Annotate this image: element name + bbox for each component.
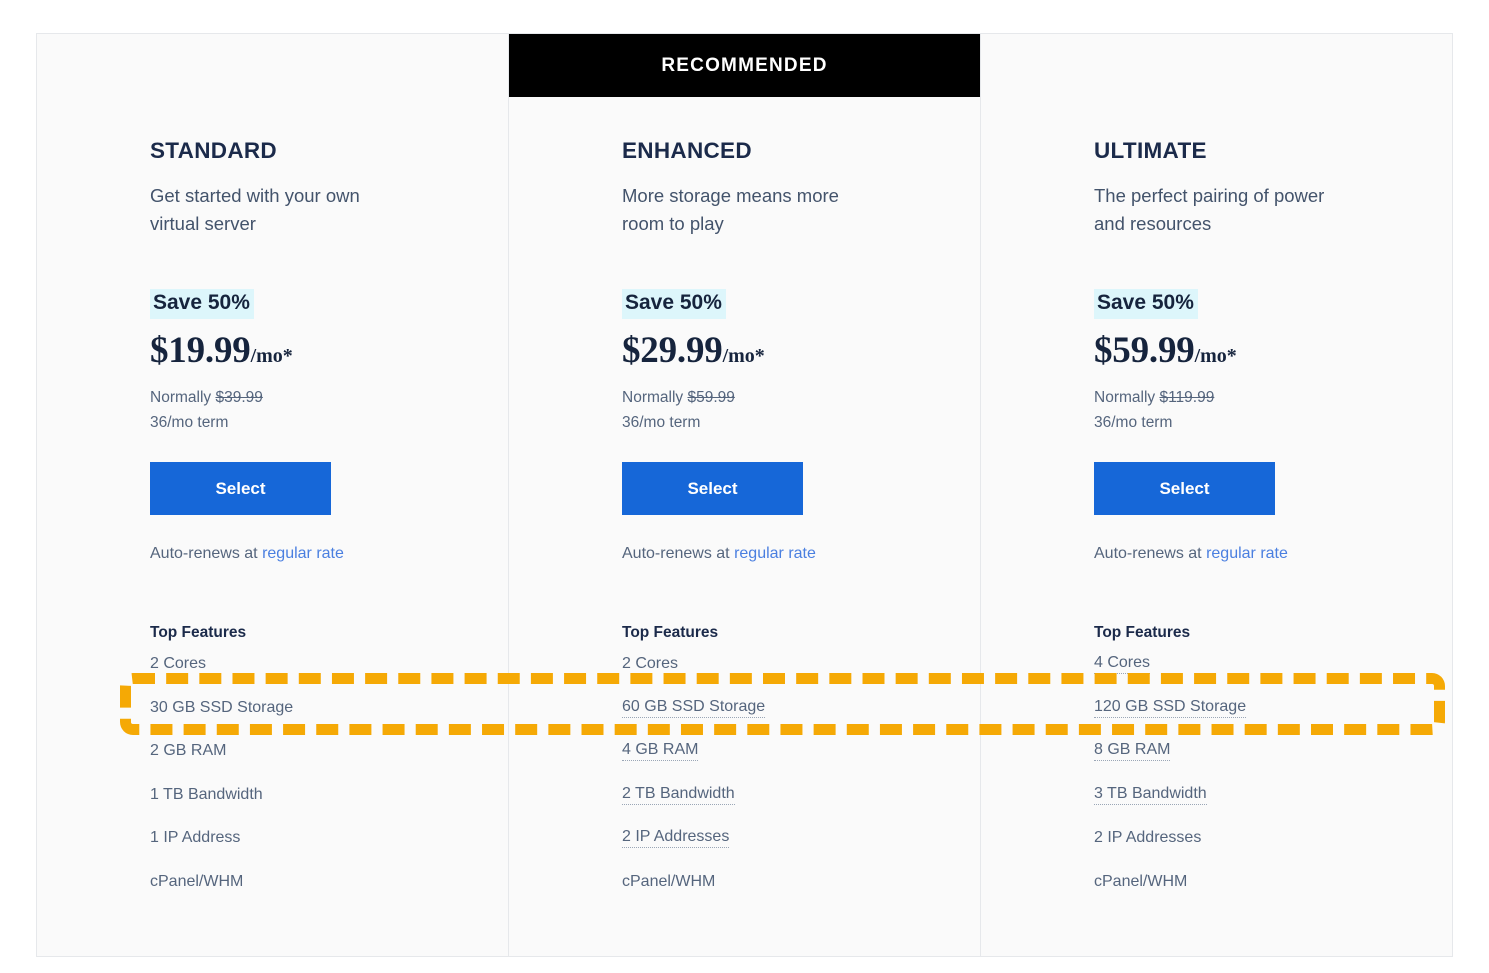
recommended-banner: RECOMMENDED: [509, 34, 980, 97]
list-item: 1 IP Address: [150, 816, 508, 860]
select-button[interactable]: Select: [150, 462, 331, 516]
list-item: 2 Cores: [150, 642, 508, 686]
banner-slot-standard: [37, 34, 508, 97]
banner-slot-ultimate: [981, 34, 1452, 97]
save-badge: Save 50%: [150, 289, 254, 320]
plan-columns: STANDARD Get started with your own virtu…: [37, 34, 1452, 956]
plan-description: More storage means more room to play: [622, 184, 839, 235]
list-item[interactable]: 4 Cores: [1094, 642, 1452, 686]
list-item: 2 Cores: [622, 642, 980, 686]
plan-name: STANDARD: [150, 138, 277, 163]
save-badge: Save 50%: [1094, 289, 1198, 320]
price-amount: $59.99: [1094, 330, 1195, 372]
term-label: 36/mo term: [622, 414, 701, 432]
normally-price-line: Normally $59.99: [622, 385, 980, 410]
feature-label: cPanel/WHM: [1094, 872, 1188, 890]
plan-column-enhanced: RECOMMENDED ENHANCED More storage means …: [508, 34, 980, 956]
price-row: $29.99/mo*: [622, 332, 980, 369]
save-badge: Save 50%: [622, 289, 726, 320]
features-list-ultimate: 4 Cores 120 GB SSD Storage 8 GB RAM 3 TB…: [1094, 642, 1452, 903]
plan-description: Get started with your own virtual server: [150, 184, 360, 235]
features-heading: Top Features: [1094, 624, 1191, 642]
regular-rate-link[interactable]: regular rate: [734, 545, 816, 562]
autorenew-note: Auto-renews at regular rate: [1094, 545, 1452, 563]
plan-column-ultimate: ULTIMATE The perfect pairing of power an…: [980, 34, 1452, 956]
autorenew-note: Auto-renews at regular rate: [150, 545, 508, 563]
feature-label[interactable]: 4 Cores: [1094, 654, 1151, 675]
feature-label[interactable]: 3 TB Bandwidth: [1094, 785, 1207, 805]
normally-price: $59.99: [687, 389, 735, 407]
feature-label: 2 Cores: [150, 655, 207, 673]
regular-rate-link[interactable]: regular rate: [1206, 545, 1288, 562]
feature-label[interactable]: 4 GB RAM: [622, 741, 699, 762]
plan-name: ENHANCED: [622, 138, 752, 163]
list-item: 2 IP Addresses: [1094, 816, 1452, 860]
normally-price: $119.99: [1159, 389, 1215, 407]
features-heading: Top Features: [150, 624, 247, 642]
normally-label: Normally: [1094, 389, 1160, 407]
feature-label: 30 GB SSD Storage: [150, 698, 294, 716]
normally-label: Normally: [622, 389, 688, 407]
list-item[interactable]: 120 GB SSD Storage: [1094, 686, 1452, 730]
price-row: $59.99/mo*: [1094, 332, 1452, 369]
feature-label: 2 GB RAM: [150, 742, 227, 760]
autorenew-text: Auto-renews at: [622, 545, 735, 563]
feature-label: 2 Cores: [622, 655, 679, 673]
list-item[interactable]: 8 GB RAM: [1094, 729, 1452, 773]
features-list-enhanced: 2 Cores 60 GB SSD Storage 4 GB RAM 2 TB …: [622, 642, 980, 903]
list-item[interactable]: 2 IP Addresses: [622, 816, 980, 860]
autorenew-text: Auto-renews at: [150, 545, 263, 563]
normally-price: $39.99: [215, 389, 263, 407]
price-period: /mo*: [250, 345, 293, 368]
price-amount: $29.99: [622, 330, 723, 372]
price-period: /mo*: [1194, 345, 1237, 368]
normally-price-line: Normally $119.99: [1094, 385, 1452, 410]
list-item: cPanel/WHM: [150, 860, 508, 904]
term-label: 36/mo term: [150, 414, 229, 432]
features-list-standard: 2 Cores 30 GB SSD Storage 2 GB RAM 1 TB …: [150, 642, 508, 903]
select-button[interactable]: Select: [622, 462, 803, 516]
price-row: $19.99/mo*: [150, 332, 508, 369]
select-button[interactable]: Select: [1094, 462, 1275, 516]
list-item[interactable]: 3 TB Bandwidth: [1094, 773, 1452, 817]
normally-price-line: Normally $39.99: [150, 385, 508, 410]
list-item: cPanel/WHM: [622, 860, 980, 904]
feature-label[interactable]: 8 GB RAM: [1094, 741, 1171, 762]
autorenew-note: Auto-renews at regular rate: [622, 545, 980, 563]
feature-label: cPanel/WHM: [622, 872, 716, 890]
list-item: 1 TB Bandwidth: [150, 773, 508, 817]
autorenew-text: Auto-renews at: [1094, 545, 1207, 563]
list-item: 30 GB SSD Storage: [150, 686, 508, 730]
list-item[interactable]: 4 GB RAM: [622, 729, 980, 773]
feature-label[interactable]: 2 TB Bandwidth: [622, 785, 735, 805]
plan-name: ULTIMATE: [1094, 138, 1207, 163]
term-label: 36/mo term: [1094, 414, 1173, 432]
list-item[interactable]: 60 GB SSD Storage: [622, 686, 980, 730]
pricing-card: STANDARD Get started with your own virtu…: [36, 33, 1453, 957]
feature-label: cPanel/WHM: [150, 872, 244, 890]
list-item: 2 GB RAM: [150, 729, 508, 773]
feature-label[interactable]: 120 GB SSD Storage: [1094, 698, 1247, 718]
plan-description: The perfect pairing of power and resourc…: [1094, 184, 1325, 235]
regular-rate-link[interactable]: regular rate: [262, 545, 344, 562]
save-badge-wrap: Save 50%: [1094, 289, 1452, 320]
features-heading: Top Features: [622, 624, 719, 642]
save-badge-wrap: Save 50%: [622, 289, 980, 320]
plan-column-standard: STANDARD Get started with your own virtu…: [37, 34, 508, 956]
normally-label: Normally: [150, 389, 216, 407]
feature-label: 1 IP Address: [150, 829, 241, 847]
feature-label: 2 IP Addresses: [1094, 829, 1202, 847]
list-item[interactable]: 2 TB Bandwidth: [622, 773, 980, 817]
feature-label: 1 TB Bandwidth: [150, 785, 263, 803]
save-badge-wrap: Save 50%: [150, 289, 508, 320]
price-period: /mo*: [722, 345, 765, 368]
feature-label[interactable]: 60 GB SSD Storage: [622, 698, 766, 718]
price-amount: $19.99: [150, 330, 251, 372]
list-item: cPanel/WHM: [1094, 860, 1452, 904]
feature-label[interactable]: 2 IP Addresses: [622, 828, 730, 849]
